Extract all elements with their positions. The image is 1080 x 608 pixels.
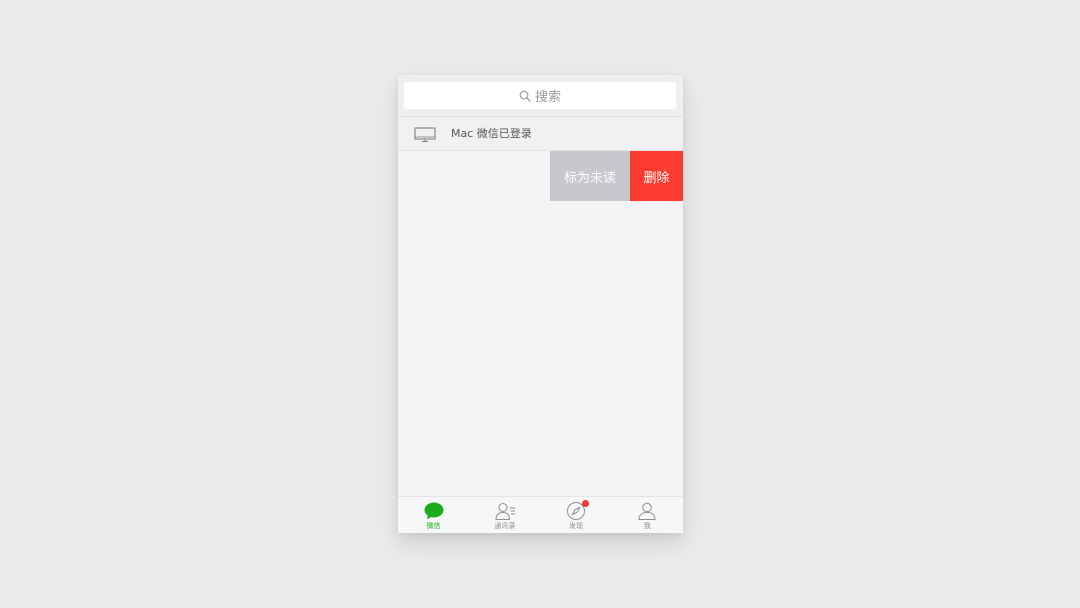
tab-bar: 微信 通讯录 发现 我 xyxy=(398,496,683,533)
search-input[interactable]: 搜索 xyxy=(404,82,676,109)
swipe-actions: 标为未读 删除 xyxy=(550,151,683,201)
tab-chats-label: 微信 xyxy=(426,522,441,530)
contacts-icon xyxy=(495,503,515,520)
tab-me-label: 我 xyxy=(643,522,651,530)
search-icon xyxy=(519,90,531,102)
search-bar: 搜索 xyxy=(398,75,683,117)
tab-discover-label: 发现 xyxy=(569,522,584,530)
person-icon xyxy=(638,502,656,520)
delete-button[interactable]: 删除 xyxy=(630,151,683,201)
chat-bubble-icon xyxy=(424,502,444,520)
mac-login-banner[interactable]: Mac 微信已登录 xyxy=(398,117,683,151)
mark-unread-button[interactable]: 标为未读 xyxy=(550,151,630,201)
monitor-icon xyxy=(414,127,436,142)
tab-discover[interactable]: 发现 xyxy=(541,497,612,533)
search-placeholder: 搜索 xyxy=(534,90,561,105)
tab-me[interactable]: 我 xyxy=(612,497,683,533)
tab-chats[interactable]: 微信 xyxy=(398,497,469,533)
discover-badge-dot xyxy=(582,500,590,507)
tab-contacts-label: 通讯录 xyxy=(494,522,516,530)
mac-login-text: Mac 微信已登录 xyxy=(451,127,532,140)
tab-contacts[interactable]: 通讯录 xyxy=(469,497,540,533)
phone-screen: 搜索 Mac 微信已登录 标为未读 删除 微信 通讯录 发现 我 xyxy=(398,75,683,533)
